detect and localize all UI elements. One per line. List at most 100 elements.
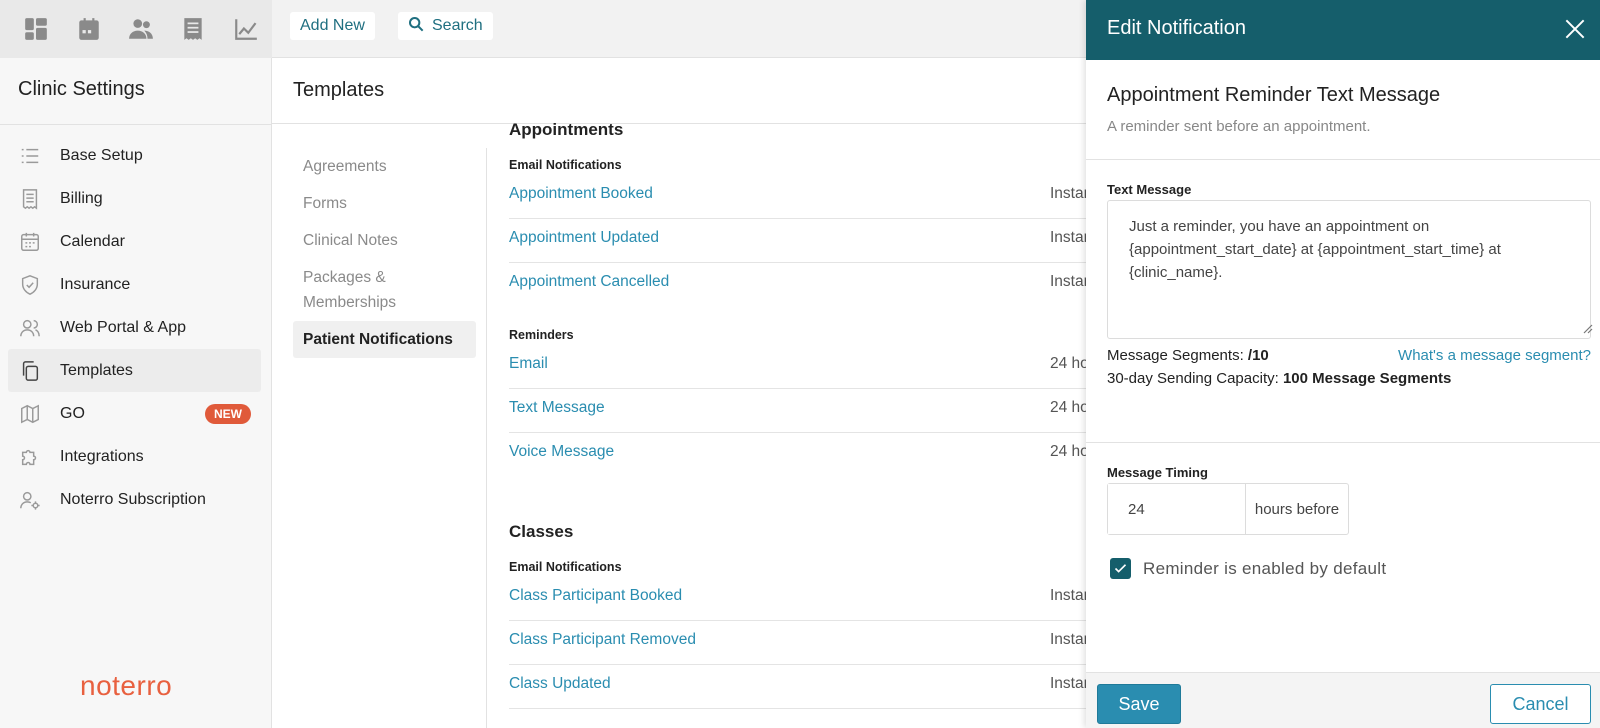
- capacity-value: 100 Message Segments: [1282, 370, 1452, 387]
- panel-divider: [1086, 159, 1600, 160]
- message-segments: Message Segments: /10: [1107, 347, 1269, 364]
- sidebar-item-label: GO: [60, 404, 85, 422]
- segments-label: Message Segments:: [1107, 347, 1244, 364]
- sending-capacity: 30-day Sending Capacity: 100 Message Seg…: [1107, 370, 1451, 387]
- edit-notification-panel: Edit Notification Appointment Reminder T…: [1086, 0, 1600, 728]
- notification-link[interactable]: Appointment Booked: [509, 185, 653, 203]
- list-item[interactable]: Class Participant Removed Instant: [509, 621, 1097, 665]
- group-title-email: Email Notifications: [509, 560, 622, 574]
- subnav-patient-notifications[interactable]: Patient Notifications: [293, 321, 476, 358]
- chart-icon[interactable]: [220, 0, 272, 58]
- notification-description: A reminder sent before an appointment.: [1107, 118, 1371, 135]
- sidebar-title: Clinic Settings: [18, 78, 145, 100]
- sidebar-item-label: Calendar: [60, 232, 125, 250]
- list-item[interactable]: Text Message 24 hours: [509, 389, 1110, 433]
- sidebar-item-integrations[interactable]: Integrations: [8, 435, 261, 478]
- panel-title: Edit Notification: [1107, 17, 1246, 39]
- dashboard-icon[interactable]: [10, 0, 62, 58]
- list-item[interactable]: Appointment Updated Instant: [509, 219, 1097, 263]
- reminder-enabled-toggle[interactable]: Reminder is enabled by default: [1110, 558, 1386, 579]
- new-badge: NEW: [205, 404, 251, 424]
- timing-input[interactable]: [1108, 484, 1246, 534]
- notification-link[interactable]: Class Participant Removed: [509, 631, 696, 649]
- sidebar-item-billing[interactable]: Billing: [8, 177, 261, 220]
- sidebar-item-go[interactable]: GO NEW: [8, 392, 261, 435]
- subnav-packages[interactable]: Packages & Memberships: [293, 259, 476, 321]
- list-item[interactable]: Voice Message 24 hours: [509, 433, 1110, 477]
- group-title-email: Email Notifications: [509, 158, 622, 172]
- calendar-icon[interactable]: [62, 0, 114, 58]
- settings-sidebar: Clinic Settings Base Setup Billing Calen…: [0, 58, 272, 728]
- section-title-classes: Classes: [509, 522, 574, 541]
- subnav-forms[interactable]: Forms: [293, 185, 476, 222]
- puzzle-icon: [18, 445, 42, 469]
- calendar-icon: [18, 230, 42, 254]
- message-timing-group: hours before: [1107, 483, 1349, 535]
- notification-link[interactable]: Appointment Updated: [509, 229, 659, 247]
- map-icon: [18, 402, 42, 426]
- list-item[interactable]: Appointment Booked Instant: [509, 175, 1097, 219]
- notification-link[interactable]: Class Updated: [509, 675, 611, 693]
- receipt-icon[interactable]: [167, 0, 219, 58]
- receipt-icon: [18, 187, 42, 211]
- sidebar-item-label: Integrations: [60, 447, 144, 465]
- people-icon[interactable]: [115, 0, 167, 58]
- segment-help-link[interactable]: What's a message segment?: [1398, 347, 1591, 364]
- notification-link[interactable]: Class Participant Booked: [509, 587, 682, 605]
- sidebar-item-web-portal[interactable]: Web Portal & App: [8, 306, 261, 349]
- sidebar-item-insurance[interactable]: Insurance: [8, 263, 261, 306]
- checklist-icon: [18, 144, 42, 168]
- sidebar-divider: [0, 124, 272, 125]
- top-bar: Add New Search: [0, 0, 1090, 58]
- add-new-button[interactable]: Add New: [290, 12, 375, 40]
- section-title-appointments: Appointments: [509, 120, 624, 139]
- top-nav-icons: [0, 0, 272, 58]
- noterro-logo: noterro: [80, 670, 173, 701]
- segments-value: /10: [1247, 347, 1269, 364]
- search-button[interactable]: Search: [398, 12, 493, 40]
- list-item[interactable]: Class Participant Booked Instant: [509, 577, 1097, 621]
- panel-divider: [1086, 442, 1600, 443]
- cancel-button[interactable]: Cancel: [1490, 684, 1591, 724]
- sidebar-item-label: Web Portal & App: [60, 318, 186, 336]
- notification-link[interactable]: Email: [509, 355, 548, 373]
- checkbox-checked-icon[interactable]: [1110, 558, 1131, 579]
- save-button[interactable]: Save: [1097, 684, 1181, 724]
- list-item[interactable]: Appointment Cancelled Instant: [509, 263, 1097, 307]
- notification-heading: Appointment Reminder Text Message: [1107, 84, 1441, 106]
- page-title: Templates: [293, 79, 385, 101]
- search-icon: [408, 16, 424, 37]
- shield-icon: [18, 273, 42, 297]
- capacity-label: 30-day Sending Capacity:: [1107, 370, 1279, 387]
- sidebar-item-label: Templates: [60, 361, 133, 379]
- notification-link[interactable]: Text Message: [509, 399, 605, 417]
- search-label: Search: [432, 17, 483, 34]
- sidebar-item-subscription[interactable]: Noterro Subscription: [8, 478, 261, 521]
- sidebar-item-templates[interactable]: Templates: [8, 349, 261, 392]
- message-timing-label: Message Timing: [1107, 465, 1208, 480]
- subnav-agreements[interactable]: Agreements: [293, 148, 476, 185]
- people-icon: [18, 316, 42, 340]
- copy-icon: [18, 359, 42, 383]
- main-divider: [272, 123, 1090, 124]
- subnav-divider: [486, 148, 487, 728]
- timing-unit: hours before: [1254, 500, 1340, 518]
- sidebar-item-calendar[interactable]: Calendar: [8, 220, 261, 263]
- list-item[interactable]: Class Updated Instant: [509, 665, 1097, 709]
- list-item[interactable]: Email 24 hours: [509, 345, 1110, 389]
- notification-link[interactable]: Voice Message: [509, 443, 614, 461]
- resize-grip-icon[interactable]: [1581, 322, 1593, 334]
- notification-link[interactable]: Appointment Cancelled: [509, 273, 669, 291]
- panel-header: Edit Notification: [1086, 0, 1600, 60]
- sidebar-item-label: Noterro Subscription: [60, 490, 206, 508]
- sidebar-item-label: Base Setup: [60, 146, 143, 164]
- close-icon[interactable]: [1562, 16, 1588, 42]
- text-message-field[interactable]: Just a reminder, you have an appointment…: [1107, 200, 1591, 339]
- subnav-clinical-notes[interactable]: Clinical Notes: [293, 222, 476, 259]
- text-message-label: Text Message: [1107, 182, 1192, 197]
- panel-footer: Save Cancel: [1086, 672, 1600, 728]
- sidebar-list: Base Setup Billing Calendar Insurance We…: [8, 134, 261, 521]
- sidebar-item-base-setup[interactable]: Base Setup: [8, 134, 261, 177]
- checkbox-label: Reminder is enabled by default: [1143, 558, 1387, 578]
- user-gear-icon: [18, 488, 42, 512]
